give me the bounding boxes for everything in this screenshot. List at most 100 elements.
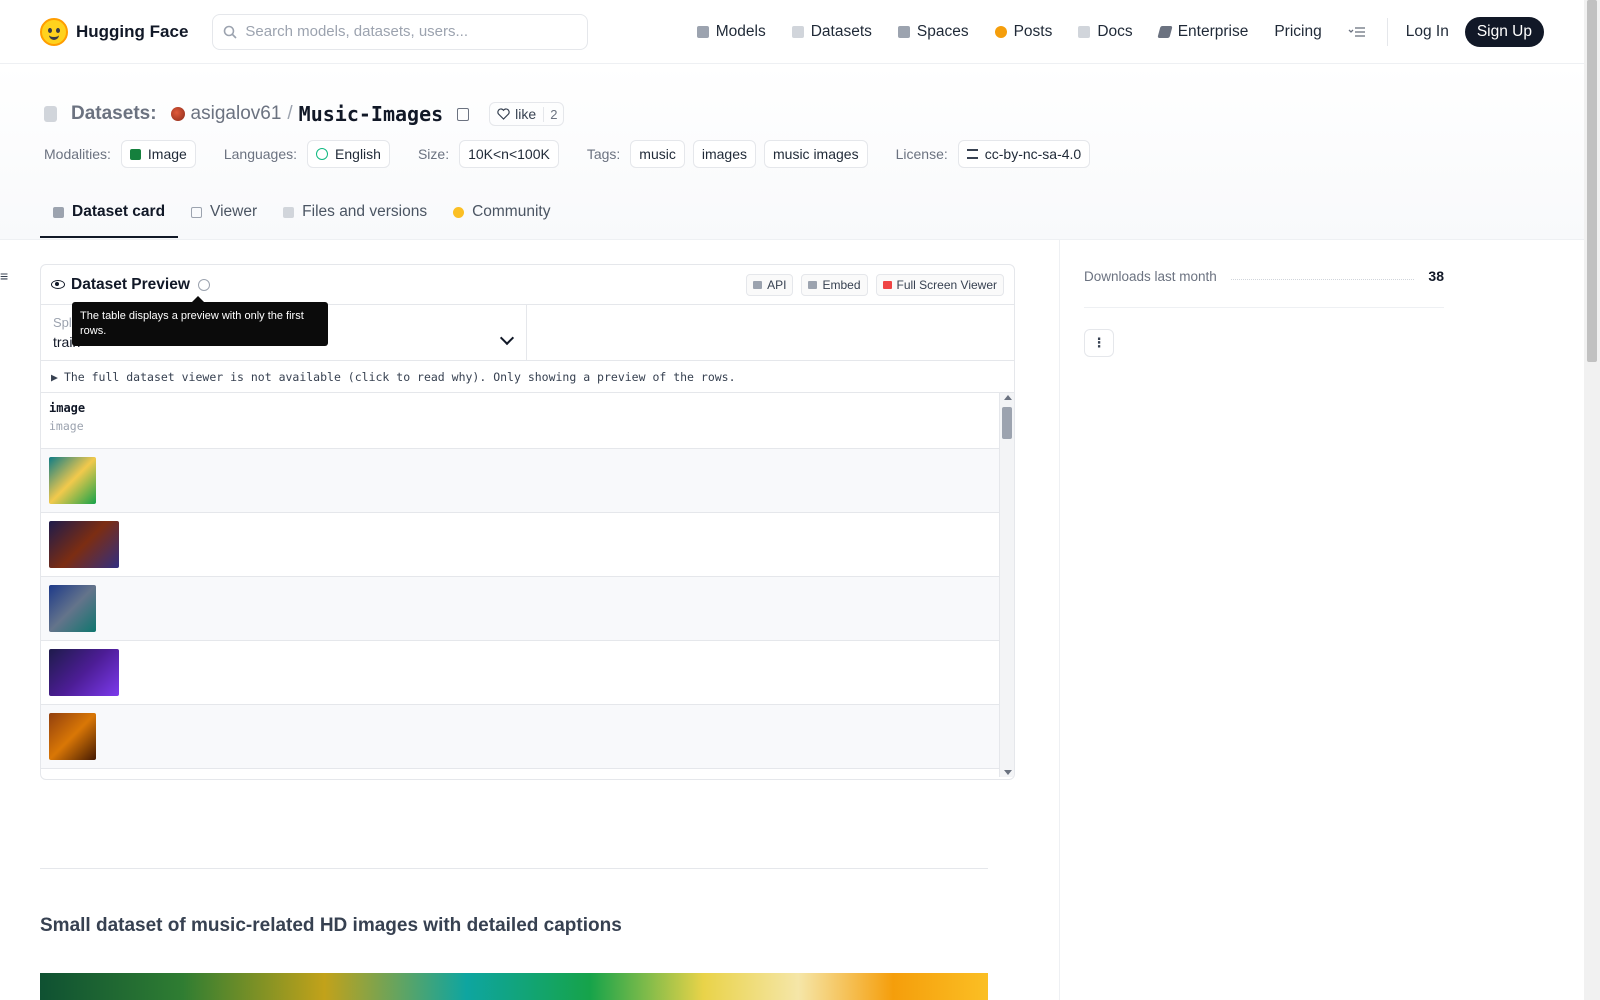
- license-text: cc-by-nc-sa-4.0: [984, 146, 1082, 162]
- triangle-right-icon: ▶: [51, 369, 58, 384]
- owner-avatar: [170, 107, 185, 121]
- column-header[interactable]: image image: [41, 393, 1014, 449]
- tag-images[interactable]: images: [692, 140, 756, 168]
- viewer-notice[interactable]: ▶ The full dataset viewer is not availab…: [41, 361, 1014, 393]
- nav-enterprise-label: Enterprise: [1177, 22, 1249, 40]
- scroll-up-icon[interactable]: [1004, 395, 1012, 400]
- modality-tag[interactable]: Image: [120, 140, 196, 168]
- nav-datasets[interactable]: Datasets: [779, 14, 885, 50]
- datasets-icon: [791, 25, 804, 38]
- modality-text: Image: [147, 146, 187, 162]
- like-button[interactable]: like 2: [489, 102, 565, 126]
- embed-button[interactable]: Embed: [801, 273, 868, 296]
- section-label[interactable]: Datasets:: [71, 103, 157, 125]
- nav-links: Models Datasets Spaces Posts Docs Enterp…: [684, 14, 1544, 50]
- repo-title-row: Datasets: asigalov61 / Music-Images like…: [44, 102, 565, 126]
- tags-label: Tags:: [586, 146, 621, 162]
- fullscreen-label: Full Screen Viewer: [896, 277, 998, 292]
- nav-docs[interactable]: Docs: [1065, 14, 1145, 50]
- signup-button[interactable]: Sign Up: [1464, 16, 1544, 47]
- like-label: like: [515, 106, 537, 122]
- repo-name[interactable]: Music-Images: [299, 102, 444, 126]
- page-scrollbar[interactable]: [1584, 0, 1600, 1000]
- eye-icon: [51, 280, 65, 289]
- tab-label: Viewer: [210, 203, 258, 220]
- copy-icon[interactable]: [457, 107, 470, 121]
- nav-enterprise[interactable]: Enterprise: [1146, 14, 1262, 50]
- table-row[interactable]: [41, 705, 999, 769]
- table-row[interactable]: [41, 641, 999, 705]
- fullscreen-icon: [882, 280, 892, 289]
- preview-header: Dataset Preview API Embed Full Screen Vi…: [41, 265, 1014, 305]
- size-tag[interactable]: 10K<n<100K: [459, 140, 559, 168]
- table-row[interactable]: [41, 577, 999, 641]
- image-thumbnail[interactable]: [49, 713, 96, 760]
- image-thumbnail[interactable]: [49, 521, 119, 568]
- enterprise-icon: [1157, 25, 1173, 38]
- info-icon[interactable]: [197, 278, 210, 291]
- license-bank-icon: [966, 149, 978, 159]
- language-text: English: [335, 146, 381, 162]
- table-row[interactable]: [41, 449, 999, 513]
- image-thumbnail[interactable]: [49, 585, 96, 632]
- scroll-down-icon[interactable]: [1004, 770, 1012, 775]
- dataset-icon: [44, 106, 57, 122]
- downloads-row: Downloads last month 38: [1084, 268, 1444, 284]
- path-separator: /: [287, 103, 293, 124]
- tag-music-images[interactable]: music images: [764, 140, 868, 168]
- api-button[interactable]: API: [746, 273, 794, 296]
- globe-icon: [316, 148, 329, 160]
- nav-models[interactable]: Models: [684, 14, 779, 50]
- downloads-count: 38: [1428, 268, 1444, 284]
- docs-icon: [1078, 25, 1091, 38]
- scroll-thumb[interactable]: [1002, 407, 1012, 439]
- more-menu-button[interactable]: [1335, 14, 1379, 50]
- brand-name: Hugging Face: [76, 21, 189, 41]
- image-thumbnail[interactable]: [49, 457, 96, 504]
- preview-table: image image: [41, 393, 1014, 779]
- info-tooltip: The table displays a preview with only t…: [72, 296, 328, 346]
- page-scroll-thumb[interactable]: [1587, 0, 1597, 362]
- tag-text: images: [701, 146, 747, 162]
- search-box[interactable]: [212, 13, 589, 50]
- modalities-label: Modalities:: [44, 146, 111, 162]
- table-row[interactable]: [41, 513, 999, 577]
- posts-icon: [994, 25, 1007, 38]
- tab-community[interactable]: Community: [440, 188, 563, 236]
- image-thumbnail[interactable]: [49, 649, 119, 696]
- table-icon: [191, 206, 203, 218]
- search-input[interactable]: [245, 23, 566, 40]
- owner-link[interactable]: asigalov61: [191, 103, 282, 125]
- brand[interactable]: Hugging Face: [40, 17, 189, 46]
- fullscreen-viewer-button[interactable]: Full Screen Viewer: [875, 273, 1004, 296]
- login-button[interactable]: Log In: [1396, 23, 1459, 41]
- nav-posts[interactable]: Posts: [982, 14, 1066, 50]
- embed-label: Embed: [822, 277, 861, 292]
- like-main: like: [490, 106, 543, 122]
- tab-dataset-card[interactable]: Dataset card: [40, 188, 179, 238]
- code-icon: [753, 280, 763, 289]
- nav-pricing-label: Pricing: [1274, 22, 1322, 40]
- table-scrollbar[interactable]: [999, 393, 1014, 777]
- top-navigation: Hugging Face Models Datasets Spaces Post…: [0, 0, 1584, 64]
- tab-viewer[interactable]: Viewer: [178, 188, 270, 236]
- tab-label: Files and versions: [302, 203, 428, 220]
- column-name: image: [49, 401, 86, 415]
- tag-text: music images: [773, 146, 859, 162]
- notice-text: The full dataset viewer is not available…: [63, 369, 736, 384]
- license-tag[interactable]: cc-by-nc-sa-4.0: [957, 140, 1091, 168]
- nav-datasets-label: Datasets: [810, 22, 872, 40]
- tab-files[interactable]: Files and versions: [270, 188, 440, 236]
- nav-spaces[interactable]: Spaces: [885, 14, 982, 50]
- repo-tabs: Dataset card Viewer Files and versions C…: [40, 188, 563, 240]
- banner-image: [40, 973, 988, 1000]
- nav-pricing[interactable]: Pricing: [1261, 14, 1334, 50]
- downloads-label: Downloads last month: [1084, 268, 1217, 284]
- card-heading: Small dataset of music-related HD images…: [40, 915, 622, 936]
- tag-music[interactable]: music: [630, 140, 685, 168]
- nav-models-label: Models: [715, 22, 766, 40]
- embed-icon: [808, 280, 818, 289]
- sidebar-toggle-icon[interactable]: ≡: [0, 268, 8, 284]
- more-options-button[interactable]: ⋮: [1084, 329, 1114, 357]
- language-tag[interactable]: English: [307, 140, 390, 168]
